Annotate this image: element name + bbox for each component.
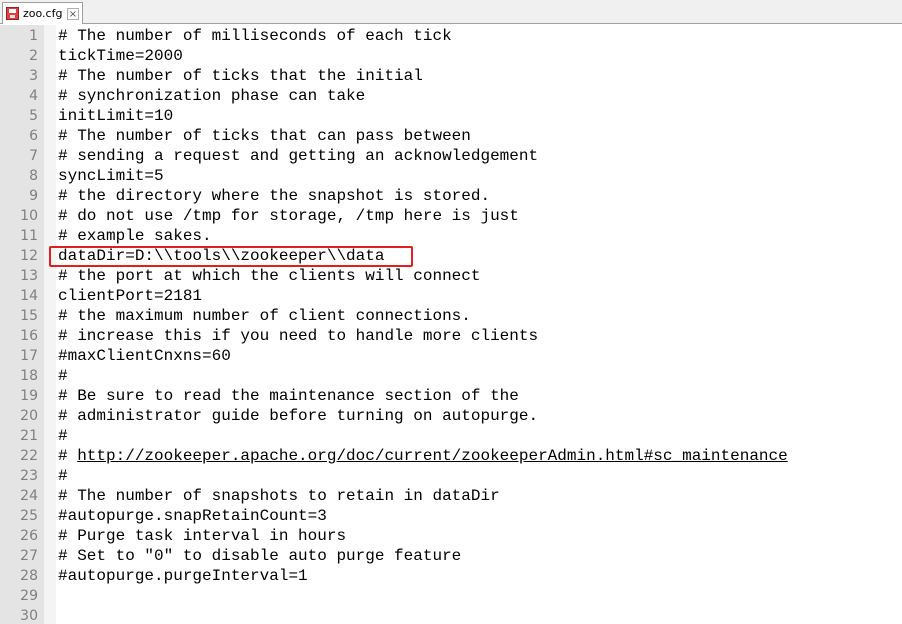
code-text: # Purge task interval in hours <box>58 527 347 545</box>
code-text: # increase this if you need to handle mo… <box>58 327 539 345</box>
line-number: 30 <box>20 608 38 624</box>
code-text: syncLimit=5 <box>58 167 164 185</box>
line-number: 12 <box>20 248 38 264</box>
code-line[interactable]: 14 clientPort=2181 <box>0 286 902 306</box>
save-state-icon <box>6 7 19 20</box>
code-text: # do not use /tmp for storage, /tmp here… <box>58 207 519 225</box>
code-text: clientPort=2181 <box>58 287 203 305</box>
code-line[interactable]: 15 # the maximum number of client connect… <box>0 306 902 326</box>
line-number: 27 <box>20 548 38 564</box>
code-text: # The number of snapshots to retain in d… <box>58 487 500 505</box>
code-text: # <box>58 427 68 445</box>
line-number: 14 <box>20 288 38 304</box>
code-line[interactable]: 20 # administrator guide before turning o… <box>0 406 902 426</box>
line-number: 29 <box>20 588 38 604</box>
code-text-with-link: # http://zookeeper.apache.org/doc/curren… <box>58 446 788 466</box>
code-line[interactable]: 9 # the directory where the snapshot is s… <box>0 186 902 206</box>
code-text: initLimit=10 <box>58 107 174 125</box>
code-text: # <box>58 467 68 485</box>
line-number: 5 <box>29 108 38 124</box>
code-line[interactable]: 6 # The number of ticks that can pass bet… <box>0 126 902 146</box>
code-line[interactable]: 29 <box>0 586 902 606</box>
line-number: 18 <box>20 368 38 384</box>
url-link[interactable]: http://zookeeper.apache.org/doc/current/… <box>77 447 788 465</box>
code-line[interactable]: 23 # <box>0 466 902 486</box>
code-text: tickTime=2000 <box>58 47 183 65</box>
code-text: # <box>58 447 78 465</box>
code-text: # Be sure to read the maintenance sectio… <box>58 387 519 405</box>
line-number: 21 <box>20 428 38 444</box>
line-number: 7 <box>29 148 38 164</box>
code-line[interactable]: 5 initLimit=10 <box>0 106 902 126</box>
line-number: 17 <box>20 348 38 364</box>
code-text: # example sakes. <box>58 227 212 245</box>
line-number: 16 <box>20 328 38 344</box>
line-number: 15 <box>20 308 38 324</box>
tab-zoo-cfg[interactable]: zoo.cfg × <box>2 2 83 24</box>
line-number: 4 <box>29 88 38 104</box>
tab-label: zoo.cfg <box>23 7 63 20</box>
code-line[interactable]: 25 #autopurge.snapRetainCount=3 <box>0 506 902 526</box>
code-line[interactable]: 22 # http://zookeeper.apache.org/doc/curr… <box>0 446 902 466</box>
code-line[interactable]: 3 # The number of ticks that the initial <box>0 66 902 86</box>
code-text: # Set to "0" to disable auto purge featu… <box>58 547 462 565</box>
code-lines: 1 # The number of milliseconds of each ti… <box>0 26 902 624</box>
line-number: 10 <box>20 208 38 224</box>
code-line[interactable]: 27 # Set to "0" to disable auto purge fea… <box>0 546 902 566</box>
code-line[interactable]: 8 syncLimit=5 <box>0 166 902 186</box>
code-text: # The number of milliseconds of each tic… <box>58 27 452 45</box>
code-text: #autopurge.snapRetainCount=3 <box>58 507 327 525</box>
code-text: #autopurge.purgeInterval=1 <box>58 567 308 585</box>
line-number: 20 <box>20 408 38 424</box>
line-number: 19 <box>20 388 38 404</box>
code-text: # synchronization phase can take <box>58 87 366 105</box>
code-line[interactable]: 12 dataDir=D:\\tools\\zookeeper\\data <box>0 246 902 266</box>
code-line[interactable]: 18 # <box>0 366 902 386</box>
line-number: 1 <box>29 28 38 44</box>
code-line[interactable]: 4 # synchronization phase can take <box>0 86 902 106</box>
line-number: 24 <box>20 488 38 504</box>
code-text: # <box>58 367 68 385</box>
close-tab-icon[interactable]: × <box>67 7 79 20</box>
line-number: 22 <box>20 448 38 464</box>
line-number: 25 <box>20 508 38 524</box>
line-number: 9 <box>29 188 38 204</box>
code-line[interactable]: 16 # increase this if you need to handle … <box>0 326 902 346</box>
code-line[interactable]: 13 # the port at which the clients will c… <box>0 266 902 286</box>
line-number: 23 <box>20 468 38 484</box>
code-text: #maxClientCnxns=60 <box>58 347 231 365</box>
code-line[interactable]: 17 #maxClientCnxns=60 <box>0 346 902 366</box>
code-line[interactable]: 2 tickTime=2000 <box>0 46 902 66</box>
line-number: 13 <box>20 268 38 284</box>
code-line[interactable]: 1 # The number of milliseconds of each ti… <box>0 26 902 46</box>
line-number: 8 <box>29 168 38 184</box>
code-line[interactable]: 24 # The number of snapshots to retain in… <box>0 486 902 506</box>
code-text: # The number of ticks that can pass betw… <box>58 127 471 145</box>
code-text: # sending a request and getting an ackno… <box>58 147 539 165</box>
code-line[interactable]: 30 <box>0 606 902 624</box>
code-line[interactable]: 10 # do not use /tmp for storage, /tmp he… <box>0 206 902 226</box>
code-text: # the directory where the snapshot is st… <box>58 187 491 205</box>
line-number: 6 <box>29 128 38 144</box>
code-line[interactable]: 26 # Purge task interval in hours <box>0 526 902 546</box>
line-number: 2 <box>29 48 38 64</box>
code-line[interactable]: 21 # <box>0 426 902 446</box>
code-text: # The number of ticks that the initial <box>58 67 423 85</box>
code-line[interactable]: 7 # sending a request and getting an ackn… <box>0 146 902 166</box>
line-number: 28 <box>20 568 38 584</box>
code-line[interactable]: 19 # Be sure to read the maintenance sect… <box>0 386 902 406</box>
editor-area[interactable]: 1 # The number of milliseconds of each ti… <box>0 25 902 624</box>
code-line[interactable]: 11 # example sakes. <box>0 226 902 246</box>
code-text: # administrator guide before turning on … <box>58 407 539 425</box>
line-number: 11 <box>20 228 38 244</box>
tab-bar: zoo.cfg × <box>0 0 902 24</box>
line-number: 3 <box>29 68 38 84</box>
code-text: # the maximum number of client connectio… <box>58 307 471 325</box>
code-line[interactable]: 28 #autopurge.purgeInterval=1 <box>0 566 902 586</box>
line-number: 26 <box>20 528 38 544</box>
code-text: dataDir=D:\\tools\\zookeeper\\data <box>58 247 385 265</box>
code-text: # the port at which the clients will con… <box>58 267 481 285</box>
